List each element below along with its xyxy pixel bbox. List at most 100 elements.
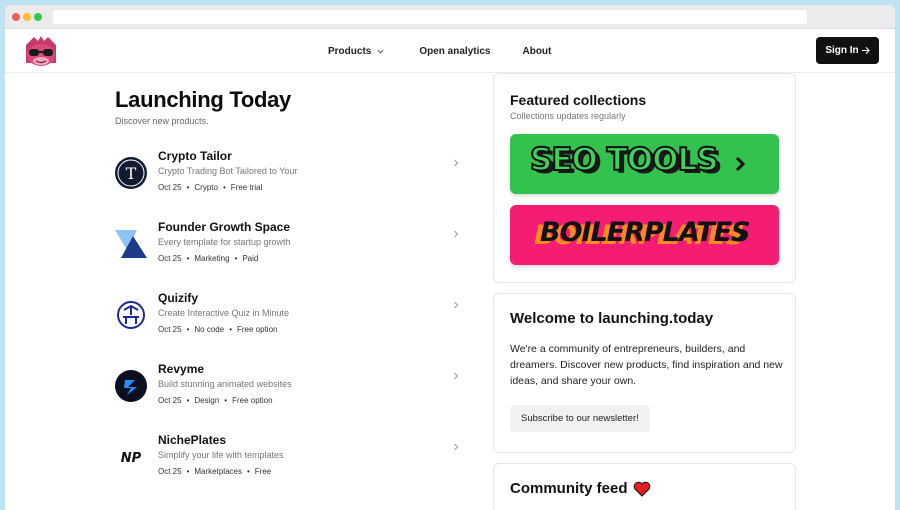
nicheplates-logo-icon: NP: [121, 451, 142, 466]
crypto-tailor-logo-letter: T: [126, 164, 137, 183]
top-navigation: Products Open analytics About Sign In: [5, 29, 895, 73]
product-date: Oct 25: [158, 254, 182, 263]
product-pricing: Free option: [232, 396, 273, 405]
product-item-quizify[interactable]: Quizify Create Interactive Quiz in Minut…: [115, 291, 465, 362]
nav-about-label: About: [522, 45, 552, 57]
nav-open-analytics[interactable]: Open analytics: [419, 46, 490, 57]
collection-label: BOILERPLATES: [540, 217, 751, 248]
chevron-right-icon: [735, 156, 746, 172]
sign-in-label: Sign In: [825, 45, 859, 56]
meta-separator: •: [234, 254, 238, 263]
product-category[interactable]: Marketing: [194, 254, 229, 263]
meta-separator: •: [246, 467, 250, 476]
site-logo-icon[interactable]: [22, 35, 60, 69]
nav-products[interactable]: Products: [328, 46, 385, 57]
product-text: Crypto Tailor Crypto Trading Bot Tailore…: [158, 149, 297, 192]
maximize-window-dot[interactable]: [34, 13, 42, 21]
welcome-title: Welcome to launching.today: [510, 310, 714, 327]
product-name: Crypto Tailor: [158, 149, 232, 163]
sign-in-button[interactable]: Sign In: [816, 37, 879, 64]
welcome-body: We're a community of entrepreneurs, buil…: [510, 343, 783, 387]
quizify-logo-icon: [117, 301, 145, 329]
product-meta: Oct 25 • Marketplaces • Free: [158, 467, 284, 476]
product-item-founder-growth-space[interactable]: Founder Growth Space Every template for …: [115, 220, 465, 291]
product-date: Oct 25: [158, 467, 182, 476]
product-pricing: Free trial: [230, 183, 263, 192]
product-date: Oct 25: [158, 396, 182, 405]
chevron-right-icon[interactable]: [452, 301, 460, 309]
product-description: Crypto Trading Bot Tailored to Your: [158, 166, 298, 176]
product-meta: Oct 25 • Design • Free option: [158, 396, 292, 405]
meta-separator: •: [222, 183, 226, 192]
product-meta: Oct 25 • Marketing • Paid: [158, 254, 291, 263]
close-window-dot[interactable]: [12, 13, 20, 21]
nav-analytics-label: Open analytics: [419, 45, 491, 57]
community-feed-card: Community feed: [493, 463, 796, 510]
product-meta: Oct 25 • Crypto • Free trial: [158, 183, 297, 192]
meta-separator: •: [186, 467, 190, 476]
product-description: Every template for startup growth: [158, 237, 291, 247]
product-list: T Crypto Tailor Crypto Trading Bot Tailo…: [115, 149, 465, 504]
product-pricing: Paid: [242, 254, 259, 263]
browser-window: Products Open analytics About Sign In La…: [5, 5, 895, 510]
community-feed-title: Community feed: [510, 480, 628, 497]
crypto-tailor-logo-icon: T: [115, 157, 147, 189]
address-bar[interactable]: [53, 10, 807, 24]
product-name: Founder Growth Space: [158, 220, 291, 234]
product-text: Founder Growth Space Every template for …: [158, 220, 291, 263]
page-title: Launching Today: [115, 87, 291, 112]
product-pricing: Free: [254, 467, 272, 476]
product-meta: Oct 25 • No code • Free option: [158, 325, 289, 334]
chevron-right-icon[interactable]: [452, 230, 460, 238]
nav-about[interactable]: About: [522, 46, 551, 57]
product-item-revyme[interactable]: Revyme Build stunning animated websites …: [115, 362, 465, 433]
browser-chrome: [5, 5, 895, 29]
product-category[interactable]: Crypto: [194, 183, 218, 192]
arrow-right-icon: [861, 46, 870, 55]
revyme-logo-icon: [115, 370, 147, 402]
product-name: Revyme: [158, 362, 205, 376]
chevron-down-icon: [377, 49, 384, 53]
product-name: Quizify: [158, 291, 199, 305]
meta-separator: •: [186, 325, 190, 334]
product-category[interactable]: Design: [194, 396, 219, 405]
launching-header: Launching Today Discover new products.: [115, 87, 465, 126]
product-item-nicheplates[interactable]: NP NichePlates Simplify your life with t…: [115, 433, 465, 504]
featured-title: Featured collections: [510, 92, 647, 108]
collection-banner-boilerplates[interactable]: BOILERPLATES: [510, 205, 779, 265]
collection-banner-seo-tools[interactable]: SEO TOOLS: [510, 134, 779, 194]
chevron-right-icon[interactable]: [452, 443, 460, 451]
page-subtitle: Discover new products.: [115, 116, 209, 126]
chevron-right-icon[interactable]: [452, 372, 460, 380]
collection-label: SEO TOOLS: [529, 141, 720, 179]
product-description: Simplify your life with templates: [158, 450, 284, 460]
product-pricing: Free option: [237, 325, 278, 334]
meta-separator: •: [186, 254, 190, 263]
heart-icon: [633, 481, 650, 497]
minimize-window-dot[interactable]: [23, 13, 31, 21]
nicheplates-logo-text: NP: [121, 451, 142, 466]
meta-separator: •: [224, 396, 228, 405]
meta-separator: •: [186, 183, 190, 192]
chevron-right-icon: [735, 227, 746, 243]
meta-separator: •: [186, 396, 190, 405]
product-description: Create Interactive Quiz in Minute: [158, 308, 290, 318]
product-text: Revyme Build stunning animated websites …: [158, 362, 292, 405]
product-text: Quizify Create Interactive Quiz in Minut…: [158, 291, 289, 334]
product-item-crypto-tailor[interactable]: T Crypto Tailor Crypto Trading Bot Tailo…: [115, 149, 465, 220]
chevron-right-icon[interactable]: [452, 159, 460, 167]
featured-collections-card: Featured collections Collections updates…: [493, 73, 796, 283]
product-date: Oct 25: [158, 183, 182, 192]
featured-subtitle: Collections updates regularly: [510, 111, 626, 121]
subscribe-newsletter-button[interactable]: Subscribe to our newsletter!: [510, 405, 650, 432]
nav-products-label: Products: [328, 45, 372, 57]
product-name: NichePlates: [158, 433, 227, 447]
product-date: Oct 25: [158, 325, 182, 334]
product-category[interactable]: Marketplaces: [194, 467, 242, 476]
nav-links: Products Open analytics About: [328, 29, 551, 73]
product-category[interactable]: No code: [194, 325, 224, 334]
welcome-card: Welcome to launching.today We're a commu…: [493, 293, 796, 453]
product-text: NichePlates Simplify your life with temp…: [158, 433, 284, 476]
meta-separator: •: [229, 325, 232, 334]
founder-growth-logo-icon: [115, 230, 147, 258]
